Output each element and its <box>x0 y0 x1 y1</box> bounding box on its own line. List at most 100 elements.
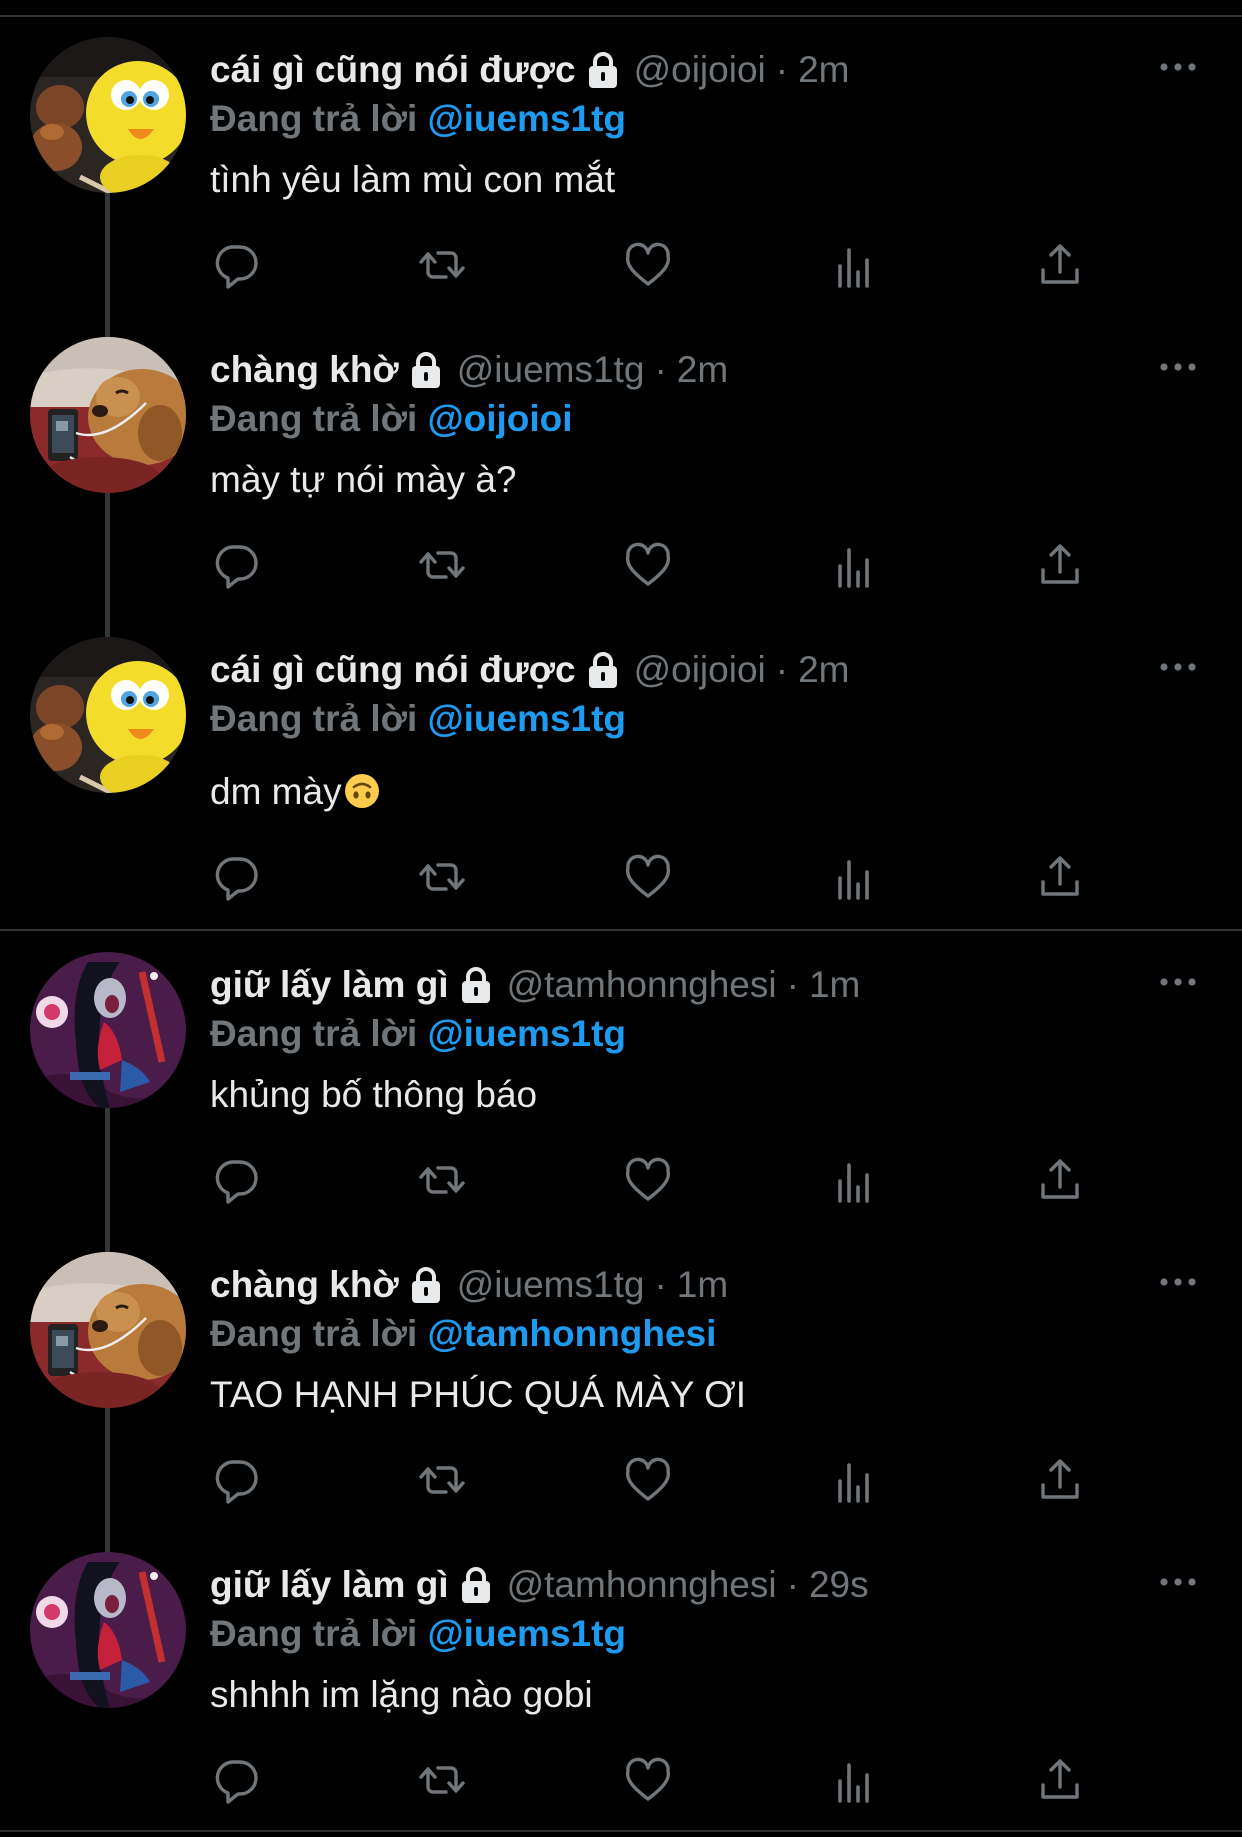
more-icon[interactable] <box>1156 55 1200 79</box>
tweet-text-content: tình yêu làm mù con mắt <box>210 159 616 200</box>
reply-mention-link[interactable]: @iuems1tg <box>428 1613 627 1654</box>
reply-prefix: Đang trả lời <box>210 1613 418 1654</box>
display-name[interactable]: chàng khờ <box>210 1263 399 1307</box>
share-icon[interactable] <box>1034 540 1086 590</box>
tweet-text: khủng bố thông báo <box>210 1073 537 1117</box>
avatar[interactable] <box>30 337 186 493</box>
timestamp[interactable]: 2m <box>798 48 849 92</box>
views-icon[interactable] <box>828 240 880 290</box>
more-icon[interactable] <box>1156 1270 1200 1294</box>
views-icon[interactable] <box>828 852 880 902</box>
lock-icon <box>584 650 622 690</box>
like-icon[interactable] <box>622 1755 674 1805</box>
reply-context: Đang trả lời @iuems1tg <box>210 697 626 741</box>
avatar[interactable] <box>30 1252 186 1408</box>
action-bar <box>210 1755 1110 1805</box>
timestamp[interactable]: 2m <box>798 648 849 692</box>
reply-icon[interactable] <box>210 1755 262 1805</box>
views-icon[interactable] <box>828 1155 880 1205</box>
like-icon[interactable] <box>622 240 674 290</box>
reply-context: Đang trả lời @iuems1tg <box>210 97 626 141</box>
tweet-header: chàng khờ @iuems1tg · 2m <box>210 348 728 392</box>
reply-prefix: Đang trả lời <box>210 98 418 139</box>
like-icon[interactable] <box>622 1455 674 1505</box>
tweet-header: chàng khờ @iuems1tg · 1m <box>210 1263 728 1307</box>
lock-icon <box>407 1265 445 1305</box>
tweet-text-content: mày tự nói mày à? <box>210 459 517 500</box>
tweet[interactable]: cái gì cũng nói được @oijoioi · 2m Đang … <box>0 0 1242 300</box>
reply-context: Đang trả lời @iuems1tg <box>210 1012 626 1056</box>
retweet-icon[interactable] <box>416 240 468 290</box>
like-icon[interactable] <box>622 1155 674 1205</box>
reply-mention-link[interactable]: @iuems1tg <box>428 98 627 139</box>
handle[interactable]: @tamhonnghesi <box>507 963 777 1007</box>
avatar[interactable] <box>30 1552 186 1708</box>
retweet-icon[interactable] <box>416 1155 468 1205</box>
reply-context: Đang trả lời @iuems1tg <box>210 1612 626 1656</box>
tweet-header: cái gì cũng nói được @oijoioi · 2m <box>210 648 850 692</box>
reply-prefix: Đang trả lời <box>210 1313 418 1354</box>
retweet-icon[interactable] <box>416 852 468 902</box>
handle[interactable]: @iuems1tg <box>457 1263 645 1307</box>
handle[interactable]: @oijoioi <box>634 648 766 692</box>
reply-mention-link[interactable]: @iuems1tg <box>428 1013 627 1054</box>
lock-icon <box>457 1565 495 1605</box>
tweet-text: dm mày <box>210 770 380 814</box>
reply-mention-link[interactable]: @oijoioi <box>428 398 573 439</box>
more-icon[interactable] <box>1156 1570 1200 1594</box>
retweet-icon[interactable] <box>416 1455 468 1505</box>
tweet-text: shhhh im lặng nào gobi <box>210 1673 593 1717</box>
display-name[interactable]: giữ lấy làm gì <box>210 1563 449 1607</box>
retweet-icon[interactable] <box>416 1755 468 1805</box>
share-icon[interactable] <box>1034 852 1086 902</box>
handle[interactable]: @tamhonnghesi <box>507 1563 777 1607</box>
tweet[interactable]: giữ lấy làm gì @tamhonnghesi · 29s Đang … <box>0 1515 1242 1815</box>
like-icon[interactable] <box>622 540 674 590</box>
timestamp[interactable]: 2m <box>677 348 728 392</box>
views-icon[interactable] <box>828 1455 880 1505</box>
retweet-icon[interactable] <box>416 540 468 590</box>
timestamp[interactable]: 1m <box>809 963 860 1007</box>
separator-dot: · <box>786 1564 799 1605</box>
share-icon[interactable] <box>1034 1155 1086 1205</box>
reply-icon[interactable] <box>210 852 262 902</box>
display-name[interactable]: cái gì cũng nói được <box>210 48 576 92</box>
tweet-text: tình yêu làm mù con mắt <box>210 158 615 202</box>
separator-dot: · <box>775 649 789 690</box>
reply-icon[interactable] <box>210 240 262 290</box>
timestamp[interactable]: 29s <box>809 1563 869 1607</box>
more-icon[interactable] <box>1156 355 1200 379</box>
display-name[interactable]: giữ lấy làm gì <box>210 963 449 1007</box>
display-name[interactable]: chàng khờ <box>210 348 399 392</box>
share-icon[interactable] <box>1034 240 1086 290</box>
more-icon[interactable] <box>1156 970 1200 994</box>
share-icon[interactable] <box>1034 1455 1086 1505</box>
tweet[interactable]: chàng khờ @iuems1tg · 1m Đang trả lời @t… <box>0 1215 1242 1515</box>
reply-icon[interactable] <box>210 540 262 590</box>
reply-mention-link[interactable]: @iuems1tg <box>428 698 627 739</box>
share-icon[interactable] <box>1034 1755 1086 1805</box>
action-bar <box>210 1455 1110 1505</box>
avatar[interactable] <box>30 637 186 793</box>
like-icon[interactable] <box>622 852 674 902</box>
tweet[interactable]: chàng khờ @iuems1tg · 2m Đang trả lời @o… <box>0 300 1242 600</box>
tweet-header: giữ lấy làm gì @tamhonnghesi · 1m <box>210 963 860 1007</box>
reply-icon[interactable] <box>210 1155 262 1205</box>
tweet[interactable]: giữ lấy làm gì @tamhonnghesi · 1m Đang t… <box>0 915 1242 1215</box>
handle[interactable]: @iuems1tg <box>457 348 645 392</box>
handle[interactable]: @oijoioi <box>634 48 766 92</box>
views-icon[interactable] <box>828 540 880 590</box>
tweet-header: cái gì cũng nói được @oijoioi · 2m <box>210 48 850 92</box>
reply-icon[interactable] <box>210 1455 262 1505</box>
timestamp[interactable]: 1m <box>677 1263 728 1307</box>
views-icon[interactable] <box>828 1755 880 1805</box>
tweet-text-content: shhhh im lặng nào gobi <box>210 1674 593 1715</box>
more-icon[interactable] <box>1156 655 1200 679</box>
action-bar <box>210 1155 1110 1205</box>
avatar[interactable] <box>30 37 186 193</box>
lock-icon <box>407 350 445 390</box>
avatar[interactable] <box>30 952 186 1108</box>
tweet[interactable]: cái gì cũng nói được @oijoioi · 2m Đang … <box>0 600 1242 902</box>
display-name[interactable]: cái gì cũng nói được <box>210 648 576 692</box>
reply-mention-link[interactable]: @tamhonnghesi <box>428 1313 717 1354</box>
